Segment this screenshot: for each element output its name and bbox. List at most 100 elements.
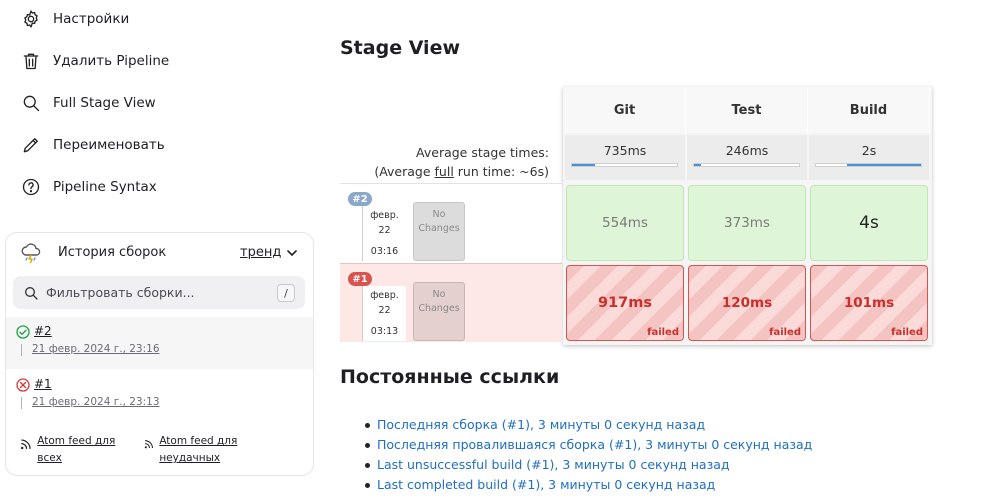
pencil-icon [20, 134, 42, 156]
permalinks-list: Последняя сборка (#1), 3 минуты 0 секунд… [363, 416, 812, 496]
permalink-last-completed-build[interactable]: Last completed build (#1), 3 минуты 0 се… [377, 477, 715, 492]
filter-shortcut-key: / [277, 284, 295, 302]
stage-cell-git-run-2[interactable]: 554ms [566, 185, 684, 261]
stage-average-fill [694, 164, 701, 166]
success-status-icon [16, 325, 30, 339]
permalink-last-build[interactable]: Последняя сборка (#1), 3 минуты 0 секунд… [377, 417, 705, 432]
run-date-month: февр. [370, 210, 399, 221]
build-history-title: История сборок [58, 245, 167, 260]
build-date-link[interactable]: 21 февр. 2024 г., 23:16 [32, 343, 160, 355]
rss-icon [144, 440, 153, 449]
stage-average-time: 246ms [725, 143, 769, 158]
rss-icon [20, 439, 31, 450]
stage-cell-test-run-1[interactable]: 120ms failed [688, 265, 806, 341]
stage-view-title: Stage View [340, 37, 461, 59]
build-history-row[interactable]: #1 21 февр. 2024 г., 23:13 [6, 370, 313, 422]
task-pipeline-syntax[interactable]: Pipeline Syntax [20, 174, 157, 200]
average-full-run-time: (Average full run time: ~6s) [340, 162, 549, 181]
failed-label: failed [647, 327, 679, 338]
permalink-item: Последняя сборка (#1), 3 минуты 0 секунд… [363, 416, 812, 436]
search-icon [25, 286, 38, 300]
stage-average-bar [815, 163, 922, 167]
permalink-last-failed-build[interactable]: Последняя провалившаяся сборка (#1), 3 м… [377, 437, 812, 452]
run-date: февр. 22 03:13 [362, 286, 406, 341]
run-badge[interactable]: #2 [348, 192, 372, 206]
permalink-item: Последняя провалившаяся сборка (#1), 3 м… [363, 436, 812, 456]
average-stage-times-label: Average stage times: (Average full run t… [340, 143, 549, 181]
run-date: февр. 22 03:16 [362, 206, 406, 261]
run-changes-box[interactable]: No Changes [413, 202, 465, 261]
run-row-2: #2 февр. 22 03:16 No Changes [340, 183, 562, 262]
run-date-day: 22 [378, 225, 391, 236]
build-filter-input[interactable] [46, 285, 256, 300]
trend-link[interactable]: тренд [240, 245, 281, 260]
atom-feed-failed-link[interactable]: Atom feed для неудачных [144, 433, 264, 467]
permalinks-title: Постоянные ссылки [340, 366, 560, 388]
build-history-panel: История сборок тренд / #2 21 февр. 2024 … [5, 232, 314, 476]
stage-average-bar [693, 163, 800, 167]
task-delete-pipeline[interactable]: Удалить Pipeline [20, 48, 169, 74]
gear-icon [20, 8, 42, 30]
atom-feed-all-label: Atom feed для всех [37, 435, 116, 464]
run-date-day: 22 [378, 305, 391, 316]
build-number-link[interactable]: #1 [34, 377, 52, 391]
stage-average-fill [572, 164, 595, 166]
task-settings[interactable]: Настройки [20, 6, 129, 32]
search-icon [20, 92, 42, 114]
failed-label: failed [769, 327, 801, 338]
build-history-header: История сборок тренд [6, 233, 313, 273]
stage-average-fill [847, 164, 921, 166]
stage-average-bar [571, 163, 678, 167]
task-label: Full Stage View [53, 95, 156, 111]
task-label: Переименовать [53, 137, 165, 153]
build-filter: / [13, 276, 305, 309]
stage-duration: 373ms [724, 215, 770, 231]
help-circle-icon [20, 176, 42, 198]
stage-duration: 101ms [843, 295, 895, 311]
permalink-item: Last completed build (#1), 3 минуты 0 се… [363, 476, 812, 496]
stage-cell-test-run-2[interactable]: 373ms [688, 185, 806, 261]
build-history-row[interactable]: #2 21 февр. 2024 г., 23:16 [6, 317, 313, 369]
average-full-link[interactable]: full [435, 164, 454, 179]
average-full-prefix: (Average [374, 164, 435, 179]
divider [21, 397, 22, 409]
task-label: Удалить Pipeline [53, 53, 170, 69]
task-rename[interactable]: Переименовать [20, 132, 165, 158]
weather-storm-icon [21, 243, 41, 264]
failed-status-icon [16, 378, 30, 392]
permalink-item: Last unsuccessful build (#1), 3 минуты 0… [363, 456, 812, 476]
task-label: Pipeline Syntax [53, 179, 157, 195]
run-time: 03:13 [370, 326, 399, 337]
run-date-month: февр. [370, 290, 399, 301]
stage-duration: 917ms [597, 295, 652, 311]
chevron-down-icon[interactable] [286, 247, 298, 259]
stage-header-build: Build [808, 87, 930, 133]
permalink-last-unsuccessful-build[interactable]: Last unsuccessful build (#1), 3 минуты 0… [377, 457, 730, 472]
atom-feed-all-link[interactable]: Atom feed для всех [20, 433, 130, 467]
stage-duration: 4s [859, 213, 879, 233]
stage-average-test: 246ms [687, 135, 807, 180]
stage-average-time: 735ms [603, 143, 647, 158]
atom-feed-failed-label: Atom feed для неудачных [159, 435, 238, 464]
stage-average-git: 735ms [565, 135, 685, 180]
stage-header-test: Test [686, 87, 808, 133]
stage-header-git: Git [564, 87, 686, 133]
stage-average-time: 2s [861, 143, 877, 158]
stage-cell-build-run-2[interactable]: 4s [810, 185, 928, 261]
build-number-link[interactable]: #2 [34, 324, 52, 338]
run-badge[interactable]: #1 [348, 272, 372, 286]
trash-icon [20, 50, 42, 72]
task-full-stage-view[interactable]: Full Stage View [20, 90, 156, 116]
stage-average-build: 2s [809, 135, 929, 180]
stage-duration: 554ms [602, 215, 648, 231]
divider [21, 344, 22, 356]
stage-cell-build-run-1[interactable]: 101ms failed [810, 265, 928, 341]
run-changes-box[interactable]: No Changes [413, 282, 465, 341]
run-time: 03:16 [370, 246, 399, 257]
stage-cell-git-run-1[interactable]: 917ms failed [566, 265, 684, 341]
task-label: Настройки [53, 11, 130, 27]
run-row-1: #1 февр. 22 03:13 No Changes [340, 263, 562, 342]
build-date-link[interactable]: 21 февр. 2024 г., 23:13 [32, 396, 160, 408]
stage-duration: 120ms [721, 295, 773, 311]
average-full-suffix: run time: ~6s) [453, 164, 549, 179]
